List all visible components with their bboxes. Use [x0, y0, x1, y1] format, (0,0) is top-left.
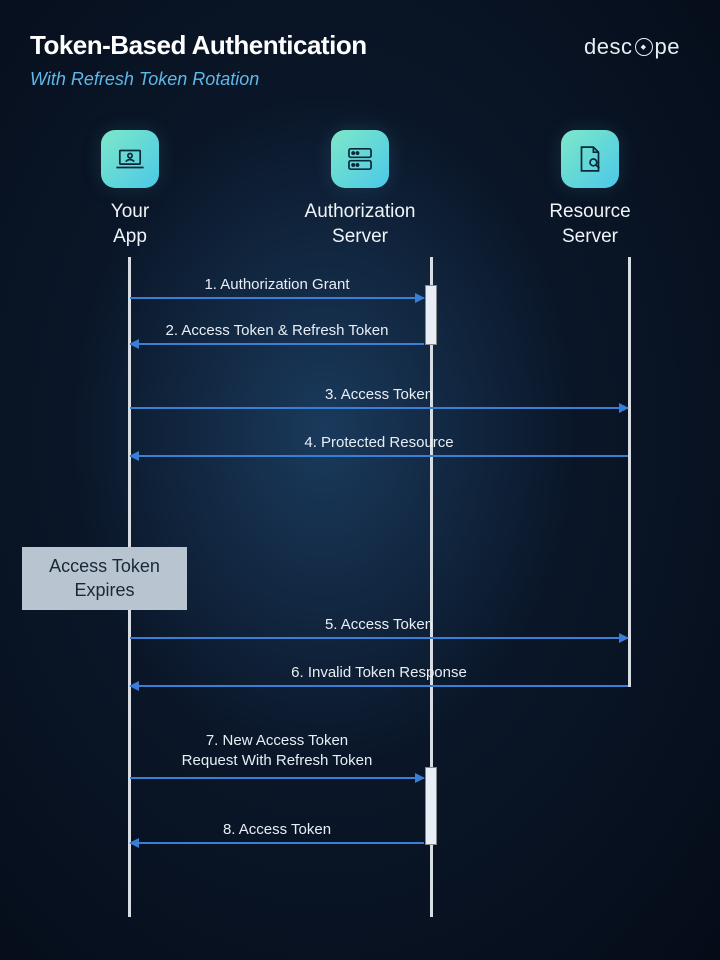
- arrowhead-icon: [619, 633, 629, 643]
- arrowhead-icon: [415, 293, 425, 303]
- actors-row: YourApp AuthorizationServer ResourceServ…: [0, 100, 720, 249]
- document-search-icon: [561, 130, 619, 188]
- diagram-subtitle: With Refresh Token Rotation: [30, 69, 367, 90]
- arrow-label-1: 1. Authorization Grant: [130, 276, 424, 293]
- arrowhead-icon: [619, 403, 629, 413]
- arrow-step-1: 1. Authorization Grant: [130, 297, 424, 299]
- brand-text-post: pe: [655, 34, 680, 60]
- laptop-user-icon: [101, 130, 159, 188]
- arrow-label-4: 4. Protected Resource: [130, 434, 628, 451]
- actor-label-resource: ResourceServer: [549, 200, 630, 249]
- sequence-diagram: 1. Authorization Grant 2. Access Token &…: [0, 257, 720, 917]
- actor-auth-server: AuthorizationServer: [290, 130, 430, 249]
- brand-logo: descpe: [584, 34, 680, 60]
- arrow-label-6: 6. Invalid Token Response: [130, 664, 628, 681]
- diagram-header: Token-Based Authentication With Refresh …: [0, 0, 720, 100]
- arrow-label-3: 3. Access Token: [130, 386, 628, 403]
- diagram-title: Token-Based Authentication: [30, 30, 367, 61]
- arrow-label-2: 2. Access Token & Refresh Token: [130, 322, 424, 339]
- actor-resource-server: ResourceServer: [520, 130, 660, 249]
- arrow-step-4: 4. Protected Resource: [130, 455, 628, 457]
- activation-bar-auth-2: [425, 767, 437, 845]
- arrowhead-icon: [129, 681, 139, 691]
- arrow-step-5: 5. Access Token: [130, 637, 628, 639]
- title-block: Token-Based Authentication With Refresh …: [30, 30, 367, 90]
- server-icon: [331, 130, 389, 188]
- arrow-label-7: 7. New Access TokenRequest With Refresh …: [130, 731, 424, 772]
- arrowhead-icon: [129, 339, 139, 349]
- lifeline-resource: [628, 257, 631, 687]
- actor-label-auth: AuthorizationServer: [305, 200, 416, 249]
- arrow-step-6: 6. Invalid Token Response: [130, 685, 628, 687]
- actor-your-app: YourApp: [60, 130, 200, 249]
- arrow-step-3: 3. Access Token: [130, 407, 628, 409]
- arrowhead-icon: [129, 451, 139, 461]
- arrow-step-8: 8. Access Token: [130, 842, 424, 844]
- arrow-label-8: 8. Access Token: [130, 821, 424, 838]
- access-token-expires-note: Access Token Expires: [22, 547, 187, 610]
- actor-label-app: YourApp: [111, 200, 149, 249]
- brand-text-pre: desc: [584, 34, 632, 60]
- arrow-step-2: 2. Access Token & Refresh Token: [130, 343, 424, 345]
- arrow-step-7: 7. New Access TokenRequest With Refresh …: [130, 777, 424, 779]
- brand-mark-icon: [635, 38, 653, 56]
- arrowhead-icon: [415, 773, 425, 783]
- arrowhead-icon: [129, 838, 139, 848]
- arrow-label-5: 5. Access Token: [130, 616, 628, 633]
- activation-bar-auth-1: [425, 285, 437, 345]
